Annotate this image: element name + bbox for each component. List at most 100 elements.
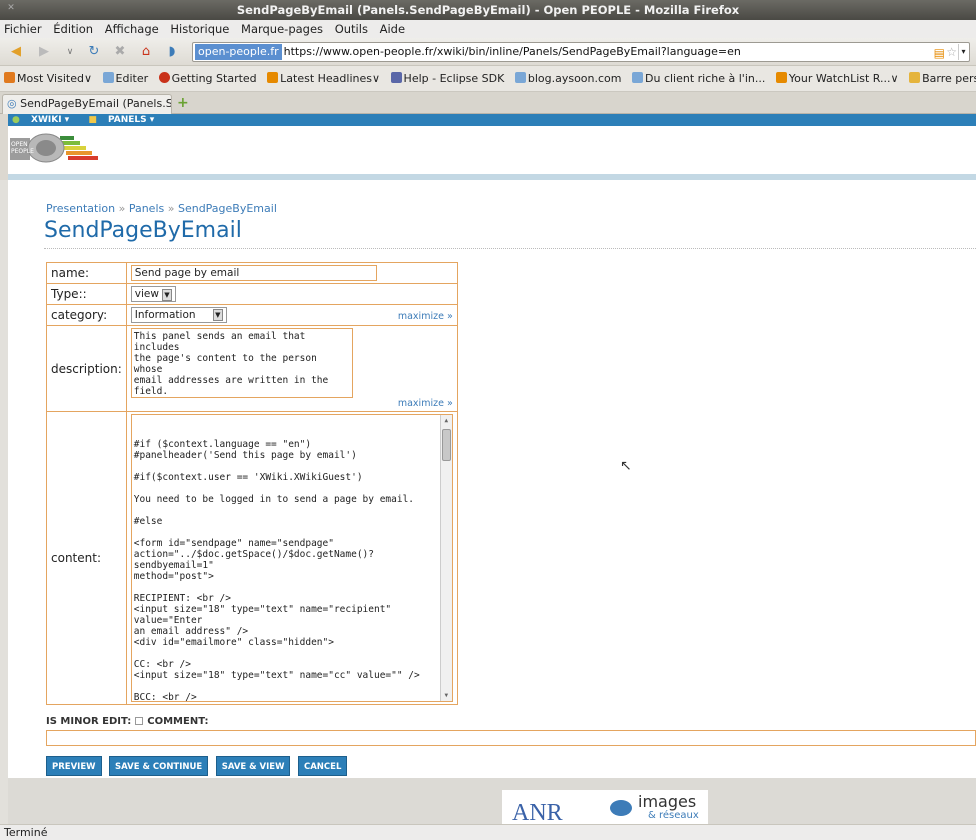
content-line: method="post"> bbox=[133, 571, 214, 582]
url-dropdown-icon[interactable]: ▾ bbox=[958, 44, 968, 60]
menu-outils[interactable]: Outils bbox=[335, 22, 368, 36]
bookmark-latest-headlines[interactable]: Latest Headlines∨ bbox=[267, 72, 380, 85]
page-favicon-icon: ◎ bbox=[7, 97, 17, 110]
category-select[interactable]: Information ▼ bbox=[130, 307, 227, 323]
save-view-button[interactable]: SAVE & VIEW bbox=[215, 756, 291, 776]
bookmark-getting-started[interactable]: Getting Started bbox=[158, 72, 257, 85]
images-logo-text[interactable]: images bbox=[638, 792, 696, 811]
home-icon[interactable]: ⌂ bbox=[136, 42, 156, 62]
dropdown-arrow-icon: ▼ bbox=[161, 289, 172, 301]
content-code: #if ($context.language == "en") #panelhea… bbox=[133, 439, 450, 702]
minor-edit-row: IS MINOR EDIT: COMMENT: bbox=[46, 716, 208, 727]
anr-logo[interactable]: ANR bbox=[512, 800, 563, 827]
bookmarks-toolbar: Most Visited∨ Editer Getting Started Lat… bbox=[0, 66, 976, 92]
back-icon[interactable]: ◀ bbox=[6, 42, 26, 62]
bookmark-eclipse-help[interactable]: Help - Eclipse SDK bbox=[390, 72, 504, 85]
breadcrumb: Presentation » Panels » SendPageByEmail bbox=[46, 202, 277, 215]
content-line: BCC: <br /> bbox=[133, 692, 197, 702]
cancel-button[interactable]: CANCEL bbox=[297, 756, 348, 776]
bookmark-watchlist[interactable]: Your WatchList R...∨ bbox=[775, 72, 899, 85]
stop-icon[interactable]: ✖ bbox=[110, 42, 130, 62]
description-label: description: bbox=[46, 325, 127, 412]
description-textarea[interactable]: This panel sends an email that includes … bbox=[130, 328, 353, 398]
content-line: action="../$doc.getSpace()/$doc.getName(… bbox=[133, 549, 374, 571]
navigation-toolbar: ◀ ▶ ∨ ↻ ✖ ⌂ ◗ open-people.fr https://www.… bbox=[0, 38, 976, 66]
sponsor-logos: ANR images & réseaux bbox=[502, 790, 708, 827]
tab-sendpagebyemail[interactable]: ◎ SendPageByEmail (Panels.Send... bbox=[2, 94, 172, 114]
content-maximize-link[interactable]: maximize » bbox=[398, 398, 453, 409]
rss-feed-icon bbox=[267, 72, 279, 83]
scroll-up-icon[interactable]: ▲ bbox=[441, 415, 452, 426]
comment-input[interactable] bbox=[46, 730, 976, 746]
url-text[interactable]: https://www.open-people.fr/xwiki/bin/inl… bbox=[284, 45, 741, 58]
footer: ANR images & réseaux bbox=[8, 778, 976, 827]
content-line: <div id="emailmore" class="hidden"> bbox=[133, 637, 334, 648]
xwiki-menu[interactable]: ● XWIKI ▾ bbox=[12, 115, 77, 125]
menu-fichier[interactable]: Fichier bbox=[4, 22, 42, 36]
content-line: You need to be logged in to send a page … bbox=[133, 494, 415, 505]
bookmark-most-visited[interactable]: Most Visited∨ bbox=[4, 72, 92, 85]
type-select[interactable]: view ▼ bbox=[130, 286, 176, 302]
new-tab-button[interactable]: + bbox=[177, 96, 189, 110]
menu-edition[interactable]: Édition bbox=[53, 22, 93, 36]
content-line bbox=[134, 681, 450, 692]
breadcrumb-presentation[interactable]: Presentation bbox=[46, 202, 115, 215]
panels-menu[interactable]: ■ PANELS ▾ bbox=[88, 115, 162, 125]
preview-button[interactable]: PREVIEW bbox=[46, 756, 102, 776]
minor-edit-checkbox[interactable] bbox=[135, 717, 144, 725]
save-continue-button[interactable]: SAVE & CONTINUE bbox=[109, 756, 209, 776]
content-textarea[interactable]: #if ($context.language == "en") #panelhea… bbox=[130, 414, 453, 702]
name-label: name: bbox=[46, 262, 127, 284]
bookmark-star-icon[interactable]: ◗ bbox=[162, 42, 182, 62]
scroll-thumb[interactable] bbox=[441, 429, 451, 461]
bookmark-editer[interactable]: Editer bbox=[102, 72, 148, 85]
dropdown-arrow-icon: ▼ bbox=[212, 309, 223, 321]
breadcrumb-panels[interactable]: Panels bbox=[129, 202, 164, 215]
content-line bbox=[134, 527, 450, 538]
content-line bbox=[134, 582, 450, 593]
site-header: OPEN PEOPLE bbox=[8, 126, 976, 174]
category-select-value: Information bbox=[134, 309, 196, 321]
menu-marque-pages[interactable]: Marque-pages bbox=[241, 22, 323, 36]
menu-historique[interactable]: Historique bbox=[170, 22, 229, 36]
content-line bbox=[134, 648, 450, 659]
bookmark-client-riche[interactable]: Du client riche à l'in... bbox=[632, 72, 765, 85]
history-dropdown-icon[interactable]: ∨ bbox=[60, 42, 80, 62]
content-line: RECIPIENT: <br /> bbox=[133, 593, 231, 604]
page-icon bbox=[514, 72, 526, 83]
page-icon bbox=[102, 72, 114, 83]
page-title: SendPageByEmail bbox=[44, 218, 242, 243]
content-line: #if ($context.language == "en") bbox=[133, 439, 312, 450]
bookmark-blog-aysoon[interactable]: blog.aysoon.com bbox=[514, 72, 622, 85]
scroll-down-icon[interactable]: ▼ bbox=[441, 690, 452, 701]
site-identity-badge[interactable]: open-people.fr bbox=[195, 44, 282, 60]
content-line: #if($context.user == 'XWiki.XWikiGuest') bbox=[133, 472, 363, 483]
forward-icon[interactable]: ▶ bbox=[34, 42, 54, 62]
open-people-logo[interactable]: OPEN PEOPLE bbox=[8, 128, 104, 170]
breadcrumb-separator: » bbox=[167, 202, 175, 215]
content-scrollbar[interactable]: ▲ ▼ bbox=[439, 415, 452, 701]
breadcrumb-current[interactable]: SendPageByEmail bbox=[178, 202, 277, 215]
breadcrumb-separator: » bbox=[118, 202, 126, 215]
status-text: Terminé bbox=[4, 826, 48, 839]
rss-icon[interactable]: ▤ bbox=[934, 44, 945, 62]
form-actions: PREVIEW SAVE & CONTINUE SAVE & VIEW CANC… bbox=[46, 756, 351, 776]
comment-label: COMMENT: bbox=[147, 716, 209, 727]
name-field[interactable]: Send page by email bbox=[130, 265, 377, 281]
status-bar: Terminé bbox=[0, 824, 976, 840]
menu-affichage[interactable]: Affichage bbox=[105, 22, 159, 36]
menu-aide[interactable]: Aide bbox=[380, 22, 405, 36]
url-bar[interactable]: open-people.fr https://www.open-people.fr… bbox=[192, 42, 970, 62]
title-divider bbox=[44, 248, 976, 249]
logo-text-people: PEOPLE bbox=[11, 148, 34, 155]
content-line: an email address" /> bbox=[133, 626, 249, 637]
description-maximize-link[interactable]: maximize » bbox=[398, 311, 453, 322]
category-label: category: bbox=[46, 304, 127, 326]
star-icon[interactable]: ☆ bbox=[946, 43, 957, 61]
mouse-cursor-icon: ↖ bbox=[620, 458, 632, 474]
reseaux-logo-text: & réseaux bbox=[648, 810, 699, 821]
bookmark-barre-personnelle[interactable]: Barre personnelle∨ bbox=[909, 72, 976, 85]
content-line: <form id="sendpage" name="sendpage" bbox=[133, 538, 334, 549]
reload-icon[interactable]: ↻ bbox=[84, 42, 104, 62]
window-close-icon[interactable]: ✕ bbox=[6, 3, 16, 13]
